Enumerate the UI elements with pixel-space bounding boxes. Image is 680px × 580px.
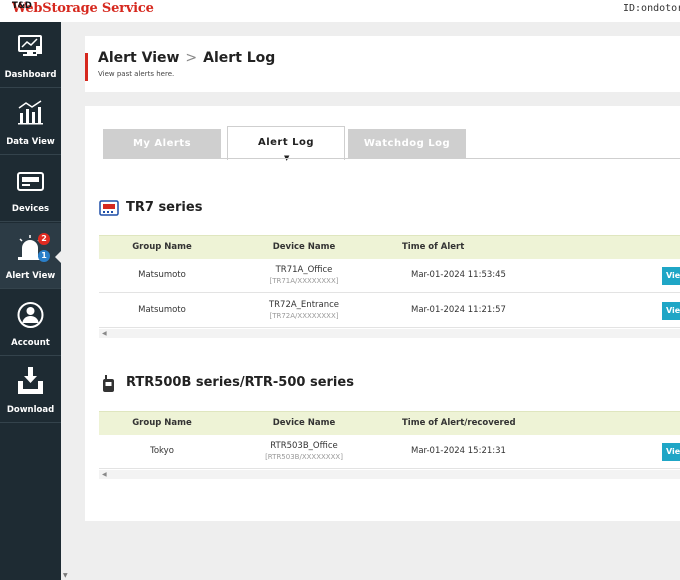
- device-serial: [TR71A/XXXXXXXX]: [269, 277, 339, 285]
- scroll-left-icon[interactable]: ◀: [102, 471, 107, 478]
- group-name: Tokyo: [150, 446, 174, 456]
- sidebar-item-label: Alert View: [5, 271, 56, 281]
- sidebar: Dashboard Data View Devices 2 1 Alert Vi…: [0, 22, 61, 580]
- page-header: Alert View > Alert Log View past alerts he…: [85, 36, 680, 92]
- sidebar-item-label: Devices: [11, 204, 50, 214]
- column-header: Time of Alert/recovered: [402, 418, 516, 428]
- sidebar-item-account[interactable]: Account: [0, 290, 61, 356]
- breadcrumb-parent[interactable]: Alert View: [98, 50, 179, 66]
- alert-log-panel: My Alerts Alert Log ▼ Watchdog Log TR7 s…: [85, 106, 680, 521]
- horizontal-scrollbar[interactable]: ◀: [99, 470, 680, 479]
- chart-icon: [18, 100, 43, 125]
- sidebar-item-alert-view[interactable]: 2 1 Alert View: [0, 223, 61, 289]
- view-button[interactable]: View: [662, 443, 680, 461]
- alert-count-badge: 2: [38, 233, 50, 245]
- rtr500-alert-table: Group Name Device Name Time of Alert/rec…: [99, 411, 680, 481]
- app-logo[interactable]: T&D WebStorage Service: [12, 1, 154, 16]
- section-title-tr7: TR7 series: [99, 200, 299, 218]
- table-row: Matsumoto TR72A_Entrance [TR72A/XXXXXXXX…: [99, 294, 680, 328]
- sidebar-item-label: Dashboard: [4, 70, 57, 80]
- tab-bar: My Alerts Alert Log ▼ Watchdog Log: [103, 126, 680, 162]
- sidebar-item-dashboard[interactable]: Dashboard: [0, 22, 61, 88]
- column-header: Device Name: [272, 418, 336, 428]
- section-title-text: RTR500B series/RTR-500 series: [126, 375, 354, 390]
- brand-name: WebStorage Service: [12, 1, 154, 16]
- user-icon: [17, 302, 44, 328]
- sidebar-item-devices[interactable]: Devices: [0, 156, 61, 222]
- tab-alert-log[interactable]: Alert Log ▼: [227, 126, 345, 162]
- sidebar-item-data-view[interactable]: Data View: [0, 89, 61, 155]
- group-name: Matsumoto: [138, 270, 186, 280]
- active-indicator: [55, 251, 61, 263]
- tr7-alert-table: Group Name Device Name Time of Alert Mat…: [99, 235, 680, 339]
- download-icon: [18, 367, 43, 394]
- tab-watchdog-log[interactable]: Watchdog Log: [348, 129, 466, 158]
- sidebar-item-download[interactable]: Download: [0, 357, 61, 423]
- dashboard-icon: [18, 35, 42, 56]
- alert-time: Mar-01-2024 11:21:57: [411, 305, 506, 315]
- view-button[interactable]: View: [662, 267, 680, 285]
- table-header: Group Name Device Name Time of Alert/rec…: [99, 411, 680, 435]
- device-serial: [RTR503B/XXXXXXXX]: [265, 453, 343, 461]
- recovered-count-badge: 1: [38, 250, 50, 262]
- table-header: Group Name Device Name Time of Alert: [99, 235, 680, 259]
- breadcrumb: Alert View > Alert Log: [98, 50, 275, 66]
- device-name: TR72A_Entrance: [268, 300, 340, 310]
- sidebar-collapse-icon[interactable]: ▼: [63, 572, 68, 579]
- scroll-left-icon[interactable]: ◀: [102, 330, 107, 337]
- device-name: TR71A_Office: [275, 265, 333, 275]
- device-serial: [TR72A/XXXXXXXX]: [269, 312, 339, 320]
- table-row: Tokyo RTR503B_Office [RTR503B/XXXXXXXX] …: [99, 435, 680, 469]
- alert-time: Mar-01-2024 11:53:45: [411, 270, 506, 280]
- page-title: Alert Log: [203, 50, 276, 66]
- brand-prefix: T&D: [12, 1, 32, 11]
- device-icon: [17, 172, 44, 191]
- tab-divider: [103, 158, 680, 159]
- chevron-right-icon: >: [185, 50, 198, 66]
- section-title-rtr500: RTR500B series/RTR-500 series: [99, 375, 419, 393]
- title-accent-bar: [85, 53, 88, 81]
- view-button[interactable]: View: [662, 302, 680, 320]
- user-id: ID:ondotori: [623, 3, 680, 14]
- tr7-device-icon: [99, 200, 119, 216]
- column-header: Group Name: [132, 418, 192, 428]
- sidebar-item-label: Download: [6, 405, 55, 415]
- alert-time: Mar-01-2024 15:21:31: [411, 446, 506, 456]
- column-header: Time of Alert: [402, 242, 465, 252]
- tab-my-alerts[interactable]: My Alerts: [103, 129, 221, 158]
- group-name: Matsumoto: [138, 305, 186, 315]
- column-header: Device Name: [272, 242, 336, 252]
- table-row: Matsumoto TR71A_Office [TR71A/XXXXXXXX] …: [99, 259, 680, 293]
- top-header: T&D WebStorage Service ID:ondotori: [0, 0, 680, 22]
- column-header: Group Name: [132, 242, 192, 252]
- sidebar-item-label: Data View: [6, 137, 55, 147]
- rtr500-device-icon: [103, 375, 114, 392]
- alarm-icon: [18, 235, 42, 260]
- device-name: RTR503B_Office: [270, 441, 338, 451]
- section-title-text: TR7 series: [126, 200, 203, 215]
- sidebar-item-label: Account: [11, 338, 50, 348]
- horizontal-scrollbar[interactable]: ◀: [99, 329, 680, 338]
- page-subtitle: View past alerts here.: [98, 70, 175, 78]
